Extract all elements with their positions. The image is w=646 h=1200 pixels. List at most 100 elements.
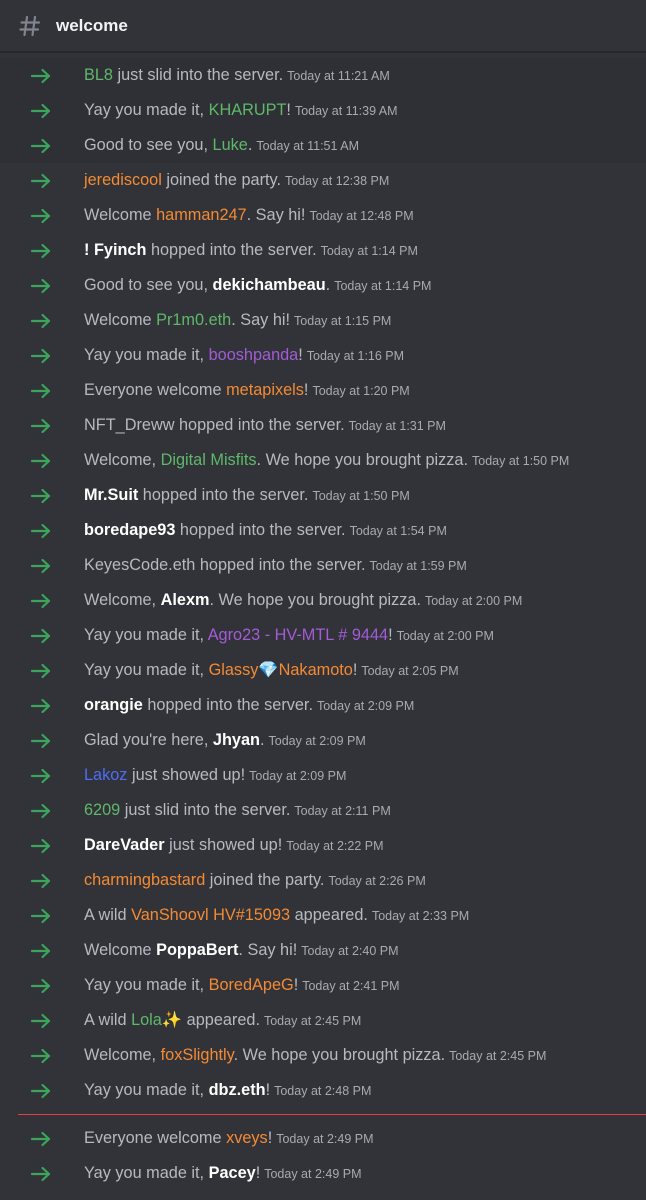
- message-row[interactable]: DareVader just showed up! Today at 2:22 P…: [0, 828, 646, 863]
- username-link[interactable]: Pr1m0.eth: [156, 311, 231, 329]
- message-row[interactable]: Welcome Pr1m0.eth. Say hi! Today at 1:15 …: [0, 303, 646, 338]
- timestamp[interactable]: Today at 2:00 PM: [397, 629, 494, 643]
- message-row[interactable]: BL8 just slid into the server. Today at 1…: [0, 58, 646, 93]
- username-link[interactable]: foxSlightly: [161, 1046, 234, 1064]
- message-row[interactable]: Everyone welcome metapixels! Today at 1:2…: [0, 373, 646, 408]
- timestamp[interactable]: Today at 1:14 PM: [334, 279, 431, 293]
- username-link[interactable]: booshpanda: [209, 346, 299, 364]
- message-row[interactable]: Yay you made it, BoredApeG! Today at 2:41…: [0, 968, 646, 1003]
- timestamp[interactable]: Today at 2:09 PM: [317, 699, 414, 713]
- timestamp[interactable]: Today at 2:45 PM: [264, 1014, 361, 1028]
- username-link[interactable]: dekichambeau: [213, 276, 326, 294]
- timestamp[interactable]: Today at 2:41 PM: [302, 979, 399, 993]
- username-link[interactable]: BL8: [84, 66, 113, 84]
- message-row[interactable]: charmingbastard joined the party. Today a…: [0, 863, 646, 898]
- message-row[interactable]: A wild Lola✨ appeared. Today at 2:45 PM: [0, 1003, 646, 1038]
- message-row[interactable]: ! Fyinch hopped into the server. Today at…: [0, 233, 646, 268]
- message-row[interactable]: boredape93 hopped into the server. Today …: [0, 513, 646, 548]
- message-row[interactable]: Glad you're here, Jhyan. Today at 2:09 PM: [0, 723, 646, 758]
- timestamp[interactable]: Today at 1:16 PM: [307, 349, 404, 363]
- username-link[interactable]: Jhyan: [213, 731, 260, 749]
- username-link[interactable]: dbz.eth: [209, 1081, 266, 1099]
- username-link[interactable]: Luke: [213, 136, 248, 154]
- message-row[interactable]: Welcome, Alexm. We hope you brought pizz…: [0, 583, 646, 618]
- message-row[interactable]: Welcome hamman247. Say hi! Today at 12:48…: [0, 198, 646, 233]
- timestamp[interactable]: Today at 2:49 PM: [264, 1167, 361, 1181]
- timestamp[interactable]: Today at 2:26 PM: [328, 874, 425, 888]
- timestamp[interactable]: Today at 1:31 PM: [349, 419, 446, 433]
- timestamp[interactable]: Today at 2:00 PM: [425, 594, 522, 608]
- message-row[interactable]: Yay you made it, Pacey! Today at 2:49 PM: [0, 1156, 646, 1191]
- timestamp[interactable]: Today at 1:14 PM: [321, 244, 418, 258]
- username-link[interactable]: hamman247: [156, 206, 247, 224]
- username-link[interactable]: PoppaBert: [156, 941, 238, 959]
- message-row[interactable]: orangie hopped into the server. Today at …: [0, 688, 646, 723]
- timestamp[interactable]: Today at 1:50 PM: [472, 454, 569, 468]
- timestamp[interactable]: Today at 12:38 PM: [285, 174, 389, 188]
- message-row[interactable]: Yay you made it, KHARUPT! Today at 11:39 …: [0, 93, 646, 128]
- timestamp[interactable]: Today at 2:40 PM: [301, 944, 398, 958]
- timestamp[interactable]: Today at 2:48 PM: [274, 1084, 371, 1098]
- timestamp[interactable]: Today at 1:50 PM: [312, 489, 409, 503]
- message-row[interactable]: Yay you made it, Agro23 - HV-MTL # 9444!…: [0, 618, 646, 653]
- join-arrow-icon: [30, 173, 52, 189]
- message-row[interactable]: KeyesCode.eth hopped into the server. Tod…: [0, 548, 646, 583]
- message-row[interactable]: 6209 just slid into the server. Today at …: [0, 793, 646, 828]
- username-link[interactable]: Mr.Suit: [84, 486, 138, 504]
- timestamp[interactable]: Today at 11:51 AM: [256, 139, 359, 153]
- timestamp[interactable]: Today at 2:11 PM: [294, 804, 390, 818]
- username-link[interactable]: VanShoovl HV#15093: [131, 906, 290, 924]
- timestamp[interactable]: Today at 2:45 PM: [449, 1049, 546, 1063]
- timestamp[interactable]: Today at 1:59 PM: [370, 559, 467, 573]
- username-link[interactable]: 6209: [84, 801, 120, 819]
- username-link[interactable]: Lola✨: [131, 1011, 182, 1029]
- timestamp[interactable]: Today at 2:49 PM: [276, 1132, 373, 1146]
- message-row[interactable]: Welcome, foxSlightly. We hope you brough…: [0, 1038, 646, 1073]
- username-link[interactable]: Alexm: [161, 591, 210, 609]
- timestamp[interactable]: Today at 1:20 PM: [312, 384, 409, 398]
- message-row[interactable]: Yay you made it, Glassy💎Nakamoto! Today a…: [0, 653, 646, 688]
- timestamp[interactable]: Today at 2:33 PM: [372, 909, 469, 923]
- message-text-before: Glad you're here,: [84, 731, 213, 749]
- message-row[interactable]: jerediscool joined the party. Today at 12…: [0, 163, 646, 198]
- timestamp[interactable]: Today at 2:22 PM: [286, 839, 383, 853]
- timestamp[interactable]: Today at 1:15 PM: [294, 314, 391, 328]
- username-link[interactable]: Lakoz: [84, 766, 127, 784]
- timestamp[interactable]: Today at 1:54 PM: [350, 524, 447, 538]
- username-link[interactable]: DareVader: [84, 836, 165, 854]
- timestamp[interactable]: Today at 2:09 PM: [269, 734, 366, 748]
- message-row[interactable]: Yay you made it, booshpanda! Today at 1:1…: [0, 338, 646, 373]
- username-link[interactable]: xveys: [226, 1129, 268, 1147]
- timestamp[interactable]: Today at 2:09 PM: [249, 769, 346, 783]
- username-link[interactable]: jerediscool: [84, 171, 162, 189]
- message-row[interactable]: Good to see you, dekichambeau. Today at 1…: [0, 268, 646, 303]
- username-link[interactable]: Agro23 - HV-MTL # 9444: [208, 626, 388, 644]
- timestamp[interactable]: Today at 2:05 PM: [361, 664, 458, 678]
- timestamp[interactable]: Today at 12:48 PM: [309, 209, 413, 223]
- username-link[interactable]: NFT_Dreww: [84, 416, 174, 434]
- timestamp[interactable]: Today at 11:39 AM: [295, 104, 398, 118]
- username-link[interactable]: KHARUPT: [209, 101, 287, 119]
- timestamp[interactable]: Today at 11:21 AM: [287, 69, 390, 83]
- message-row[interactable]: NFT_Dreww hopped into the server. Today a…: [0, 408, 646, 443]
- username-link[interactable]: boredape93: [84, 521, 175, 539]
- message-text-after: joined the party.: [205, 871, 325, 889]
- username-link[interactable]: metapixels: [226, 381, 304, 399]
- message-row[interactable]: Lakoz just showed up! Today at 2:09 PM: [0, 758, 646, 793]
- message-row[interactable]: Welcome, Digital Misfits. We hope you br…: [0, 443, 646, 478]
- username-link[interactable]: KeyesCode.eth: [84, 556, 195, 574]
- username-link[interactable]: ! Fyinch: [84, 241, 146, 259]
- message-row[interactable]: Mr.Suit hopped into the server. Today at …: [0, 478, 646, 513]
- message-row[interactable]: Welcome PoppaBert. Say hi! Today at 2:40 …: [0, 933, 646, 968]
- message-row[interactable]: A wild VanShoovl HV#15093 appeared. Today…: [0, 898, 646, 933]
- username-link[interactable]: Digital Misfits: [161, 451, 257, 469]
- message-row[interactable]: Yay you made it, dbz.eth! Today at 2:48 P…: [0, 1073, 646, 1108]
- message-row[interactable]: Good to see you, Luke. Today at 11:51 AM: [0, 128, 646, 163]
- username-link[interactable]: Pacey: [209, 1164, 256, 1182]
- message-row[interactable]: Everyone welcome xveys! Today at 2:49 PM: [0, 1121, 646, 1156]
- username-link[interactable]: charmingbastard: [84, 871, 205, 889]
- username-link[interactable]: orangie: [84, 696, 143, 714]
- username-link[interactable]: BoredApeG: [209, 976, 294, 994]
- username-link[interactable]: Glassy💎Nakamoto: [209, 661, 353, 679]
- join-arrow-icon: [30, 908, 52, 924]
